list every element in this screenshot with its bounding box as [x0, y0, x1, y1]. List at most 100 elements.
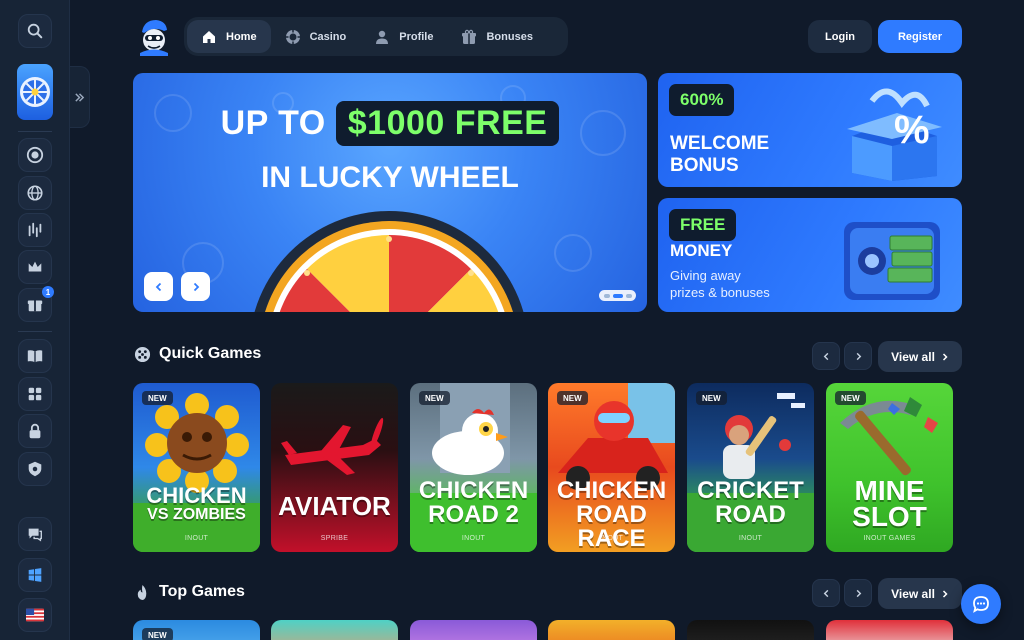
nav-casino[interactable]: Casino [271, 20, 361, 53]
top-games-prev-button[interactable] [812, 579, 840, 607]
carousel-dot-active[interactable] [612, 293, 623, 298]
game-title: CHICKEN [418, 477, 529, 504]
game-title: ROAD [715, 501, 786, 528]
sidebar-divider [18, 331, 52, 332]
welcome-bonus-card[interactable]: 600% WELCOME BONUS % [658, 73, 962, 187]
sidebar-item-rules[interactable] [18, 339, 52, 373]
sidebar-item-support[interactable] [18, 517, 52, 551]
chevron-left-icon [155, 282, 161, 291]
fire-icon [137, 584, 147, 600]
lucky-wheel-icon [20, 77, 50, 107]
top-game-card[interactable] [687, 620, 814, 640]
chevron-left-icon [823, 589, 828, 597]
nav-label: Profile [399, 30, 434, 43]
double-chevron-right-icon [75, 92, 85, 102]
lucky-wheel-illustration [254, 211, 524, 312]
game-title: CHICKEN [146, 483, 247, 508]
game-title: ROAD RACE [576, 501, 647, 552]
stats-icon [28, 222, 42, 238]
game-card-cricket-road[interactable]: NEW CRICKET ROAD INOUT [687, 383, 814, 552]
live-chat-button[interactable] [961, 584, 1001, 624]
game-card-chicken-road-2[interactable]: NEW CHICKEN ROAD 2 INOUT [410, 383, 537, 552]
us-flag-icon [26, 608, 44, 622]
game-provider: INOUT [738, 535, 763, 542]
site-logo[interactable] [134, 16, 174, 56]
carousel-dot[interactable] [625, 293, 632, 298]
sidebar-item-globe[interactable] [18, 176, 52, 210]
search-icon [27, 23, 43, 39]
sidebar-item-stats[interactable] [18, 213, 52, 247]
game-title: SLOT [852, 501, 927, 532]
top-game-card[interactable] [271, 620, 398, 640]
hero-headline-highlight: $1000 FREE [335, 101, 560, 146]
nav-label: Bonuses [486, 30, 533, 43]
book-icon [27, 350, 43, 363]
top-game-card[interactable] [410, 620, 537, 640]
hero-headline-prefix: UP TO [220, 104, 326, 142]
game-title: CRICKET [697, 477, 804, 504]
game-card-chicken-vs-zombies[interactable]: NEW CHICKEN VS ZOMBIES INOUT [133, 383, 260, 552]
chat-bubble-icon [973, 596, 989, 613]
main-nav: Home Casino Profile Bonuses [184, 17, 568, 56]
sidebar-item-windows-app[interactable] [18, 558, 52, 592]
game-card-aviator[interactable]: AVIATOR SPRIBE [271, 383, 398, 552]
top-game-card[interactable] [548, 620, 675, 640]
top-game-card[interactable] [826, 620, 953, 640]
login-button[interactable]: Login [808, 20, 872, 53]
promo-subtitle: Giving away [670, 268, 741, 283]
gift-icon [27, 300, 43, 312]
carousel-dot[interactable] [603, 293, 610, 298]
new-badge: NEW [142, 628, 173, 640]
sidebar-item-language[interactable] [18, 598, 52, 632]
section-title: Quick Games [159, 345, 262, 362]
new-badge: NEW [142, 391, 173, 405]
windows-icon [28, 568, 42, 582]
quick-games-view-all-button[interactable]: View all [878, 341, 962, 372]
promo-tag: 600% [669, 84, 735, 116]
carousel-indicator[interactable] [599, 290, 636, 301]
sidebar-divider [18, 131, 52, 132]
mascot-logo-icon [140, 20, 168, 56]
nav-bonuses[interactable]: Bonuses [447, 20, 546, 53]
sidebar-item-privacy[interactable] [18, 452, 52, 486]
top-game-card[interactable]: NEW [133, 620, 260, 640]
quick-games-next-button[interactable] [844, 342, 872, 370]
game-provider: INOUT [461, 535, 486, 542]
promo-tag: FREE [669, 209, 737, 241]
nav-home[interactable]: Home [187, 20, 271, 53]
chevron-right-icon [856, 589, 861, 597]
top-games-next-button[interactable] [844, 579, 872, 607]
register-button[interactable]: Register [878, 20, 962, 53]
nav-label: Home [226, 30, 257, 43]
quick-games-prev-button[interactable] [812, 342, 840, 370]
sidebar-item-gifts[interactable]: 1 [18, 286, 54, 322]
sidebar-expand-button[interactable] [70, 66, 90, 128]
hero-banner[interactable]: UP TO $1000 FREE IN LUCKY WHEEL [133, 73, 647, 312]
top-games-view-all-button[interactable]: View all [878, 578, 962, 609]
view-all-label: View all [891, 586, 935, 601]
game-title: VS ZOMBIES [147, 506, 246, 523]
game-title: AVIATOR [278, 491, 391, 521]
hero-next-button[interactable] [181, 272, 210, 301]
game-card-chicken-road-race[interactable]: NEW CHICKEN ROAD RACE INOUT [548, 383, 675, 552]
home-icon [203, 30, 215, 43]
hero-headline: UP TO $1000 FREE [133, 101, 647, 146]
sidebar-item-security[interactable] [18, 414, 52, 448]
globe-icon [27, 185, 43, 201]
game-card-mine-slot[interactable]: NEW MINE SLOT INOUT GAMES [826, 383, 953, 552]
lock-icon [29, 423, 41, 439]
free-money-card[interactable]: FREE MONEY Giving away prizes & bonuses [658, 198, 962, 312]
lucky-wheel-button[interactable] [17, 64, 53, 120]
sidebar-item-vip[interactable] [18, 250, 52, 284]
sidebar-item-casino[interactable] [18, 138, 52, 172]
nav-profile[interactable]: Profile [360, 20, 447, 53]
game-provider: SPRIBE [320, 535, 349, 542]
search-button[interactable] [18, 14, 52, 48]
sunflower-illustration [133, 393, 260, 552]
chevron-right-icon [942, 352, 948, 361]
gift-icon [462, 29, 477, 44]
promo-title: WELCOME [670, 133, 770, 154]
sidebar-item-games[interactable] [18, 377, 52, 411]
hero-prev-button[interactable] [144, 272, 173, 301]
safe-money-illustration [844, 222, 940, 300]
